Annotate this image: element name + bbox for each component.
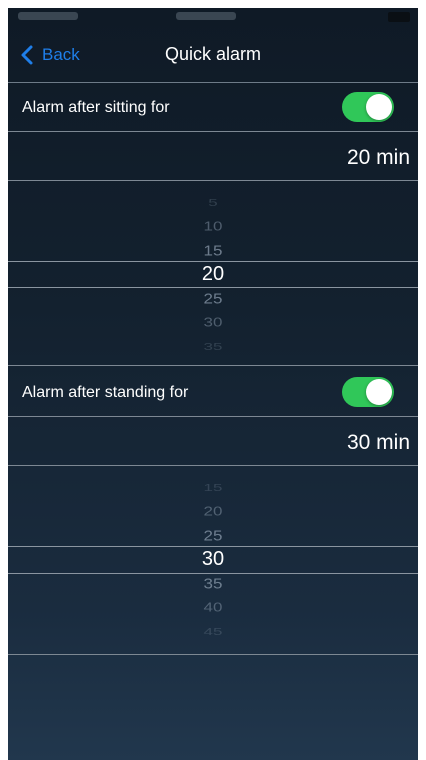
standing-value: 30 min xyxy=(346,431,410,454)
sitting-picker-option[interactable]: 10 xyxy=(8,220,418,233)
sitting-value: 20 min xyxy=(346,146,410,169)
standing-duration-picker[interactable]: 15 20 25 30 35 40 45 xyxy=(8,466,418,655)
standing-picker-option[interactable]: 40 xyxy=(8,601,418,614)
status-bar xyxy=(8,8,418,30)
page-title: Quick alarm xyxy=(164,44,262,64)
standing-picker-option[interactable]: 20 xyxy=(8,505,418,518)
sitting-alarm-label: Alarm after sitting for xyxy=(22,99,170,116)
sitting-picker-option[interactable]: 15 xyxy=(8,243,418,258)
picker-selection-bottom-line xyxy=(8,287,418,288)
sitting-picker-option[interactable]: 25 xyxy=(8,291,418,306)
standing-picker-option[interactable]: 45 xyxy=(8,626,418,636)
standing-value-row[interactable]: 30 min xyxy=(8,417,418,466)
toggle-knob xyxy=(366,94,392,120)
sitting-picker-option[interactable]: 5 xyxy=(8,197,418,207)
app-screen: Back Quick alarm Alarm after sitting for… xyxy=(8,8,418,760)
standing-picker-option[interactable]: 35 xyxy=(8,576,418,591)
navigation-bar: Back Quick alarm xyxy=(8,30,418,83)
standing-picker-option[interactable]: 25 xyxy=(8,528,418,543)
toggle-knob xyxy=(366,379,392,405)
status-time xyxy=(176,12,236,20)
sitting-value-row[interactable]: 20 min xyxy=(8,132,418,181)
sitting-alarm-row: Alarm after sitting for xyxy=(8,83,418,132)
standing-alarm-row: Alarm after standing for xyxy=(8,366,418,417)
battery-icon xyxy=(388,12,410,22)
standing-alarm-toggle[interactable] xyxy=(342,377,394,407)
picker-selection-bottom-line xyxy=(8,573,418,574)
carrier-indicator xyxy=(18,12,78,20)
sitting-picker-option[interactable]: 35 xyxy=(8,341,418,351)
picker-selection-top-line xyxy=(8,546,418,547)
picker-selection-top-line xyxy=(8,261,418,262)
sitting-alarm-toggle[interactable] xyxy=(342,92,394,122)
sitting-duration-picker[interactable]: 5 10 15 20 25 30 35 xyxy=(8,181,418,366)
standing-picker-option[interactable]: 15 xyxy=(8,482,418,492)
standing-alarm-label: Alarm after standing for xyxy=(22,384,189,401)
standing-picker-option[interactable]: 30 xyxy=(8,549,418,569)
sitting-picker-option[interactable]: 20 xyxy=(8,264,418,284)
sitting-picker-option[interactable]: 30 xyxy=(8,316,418,329)
